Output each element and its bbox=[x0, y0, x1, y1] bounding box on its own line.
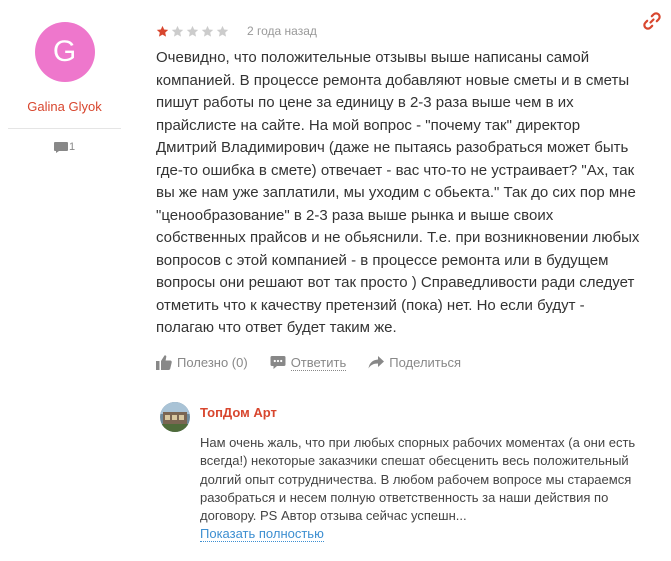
author-review-count[interactable]: 1 bbox=[8, 141, 121, 153]
rating-stars bbox=[156, 25, 229, 38]
show-more-link[interactable]: Показать полностью bbox=[200, 526, 324, 543]
company-avatar-image bbox=[160, 402, 190, 432]
author-divider bbox=[8, 128, 121, 129]
author-name[interactable]: Galina Glyok bbox=[8, 99, 121, 114]
company-name[interactable]: ТопДом Арт bbox=[200, 405, 277, 420]
review-actions: Полезно (0) Ответить Поделиться bbox=[156, 355, 646, 371]
star-filled-icon bbox=[156, 25, 169, 37]
star-empty-icon bbox=[186, 25, 199, 37]
review-count-value: 1 bbox=[68, 141, 76, 153]
star-empty-icon bbox=[216, 25, 229, 37]
review: 2 года назад Очевидно, что положительные… bbox=[156, 21, 646, 371]
comment-icon bbox=[270, 356, 286, 369]
share-label: Поделиться bbox=[389, 355, 462, 370]
author-panel: G Galina Glyok 1 bbox=[8, 22, 121, 153]
share-button[interactable]: Поделиться bbox=[368, 355, 461, 370]
response-text: Нам очень жаль, что при любых спорных ра… bbox=[200, 435, 636, 524]
review-meta: 2 года назад bbox=[156, 21, 646, 41]
reply-button[interactable]: Ответить bbox=[270, 355, 347, 371]
avatar[interactable]: G bbox=[34, 22, 95, 82]
star-empty-icon bbox=[171, 25, 184, 37]
star-empty-icon bbox=[201, 25, 214, 37]
response-text-block: Нам очень жаль, что при любых спорных ра… bbox=[200, 434, 640, 544]
link-icon[interactable] bbox=[643, 12, 661, 30]
useful-button[interactable]: Полезно (0) bbox=[156, 355, 248, 370]
company-avatar[interactable] bbox=[160, 402, 190, 432]
thumbs-up-icon bbox=[156, 355, 172, 370]
reply-label: Ответить bbox=[290, 354, 347, 371]
useful-label: Полезно (0) bbox=[177, 355, 248, 370]
review-date: 2 года назад bbox=[247, 24, 317, 38]
speech-bubble-icon bbox=[53, 141, 68, 153]
review-text: Очевидно, что положительные отзывы выше … bbox=[156, 49, 640, 336]
share-arrow-icon bbox=[368, 356, 385, 369]
